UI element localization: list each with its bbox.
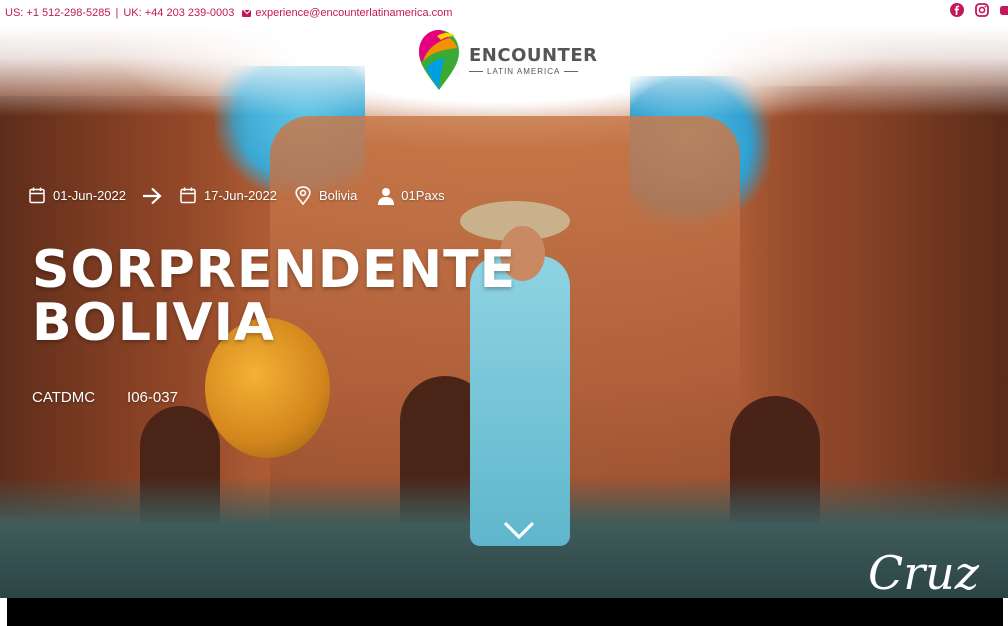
tour-title: SORPRENDENTE BOLIVIA [32, 244, 516, 350]
instagram-icon[interactable] [975, 3, 989, 22]
logo-sub-text: LATIN AMERICA [469, 67, 598, 76]
logo-pin-icon [419, 30, 459, 90]
contact-info: US: +1 512-298-5285 | UK: +44 203 239-00… [5, 7, 452, 19]
start-date: 01-Jun-2022 [29, 187, 126, 204]
scroll-down-button[interactable] [503, 520, 535, 545]
contact-separator: | [115, 7, 119, 19]
country-text: Bolivia [319, 188, 358, 203]
location-pin-icon [295, 186, 311, 205]
logo-text: ENCOUNTER LATIN AMERICA [469, 45, 598, 76]
tour-codes: CATDMC I06-037 [32, 389, 178, 406]
calendar-icon [180, 187, 196, 204]
calendar-icon [29, 187, 45, 204]
end-date-text: 17-Jun-2022 [204, 188, 277, 203]
tour-code: I06-037 [127, 389, 178, 406]
pax-text: 01Paxs [401, 188, 445, 203]
site-logo[interactable]: ENCOUNTER LATIN AMERICA [417, 28, 598, 92]
youtube-icon[interactable] [1000, 3, 1008, 22]
logo-main-text: ENCOUNTER [469, 44, 598, 66]
arrow-right-icon [143, 187, 162, 204]
social-links [950, 3, 1008, 22]
hero-banner: ENCOUNTER LATIN AMERICA 01-Jun-2022 17-J… [0, 26, 1008, 598]
bottom-black-bar [7, 598, 1003, 626]
facebook-icon[interactable] [950, 3, 964, 22]
country: Bolivia [295, 186, 357, 205]
user-icon [378, 187, 395, 205]
phone-uk[interactable]: UK: +44 203 239-0003 [123, 7, 234, 19]
tour-info-row: 01-Jun-2022 17-Jun-2022 Bolivia 01Paxs [29, 186, 445, 205]
pax: 01Paxs [377, 187, 445, 205]
tour-title-line: BOLIVIA [32, 293, 276, 353]
start-date-text: 01-Jun-2022 [53, 188, 126, 203]
script-lettering: Cruz [868, 546, 980, 598]
phone-us[interactable]: US: +1 512-298-5285 [5, 7, 111, 19]
chevron-down-icon [503, 521, 535, 540]
top-contact-bar: US: +1 512-298-5285 | UK: +44 203 239-00… [0, 0, 1008, 26]
mail-icon [242, 9, 252, 17]
end-date: 17-Jun-2022 [180, 187, 277, 204]
agency-code: CATDMC [32, 389, 96, 406]
tour-title-line: SORPRENDENTE [32, 240, 517, 300]
email-link[interactable]: experience@encounterlatinamerica.com [255, 7, 452, 19]
